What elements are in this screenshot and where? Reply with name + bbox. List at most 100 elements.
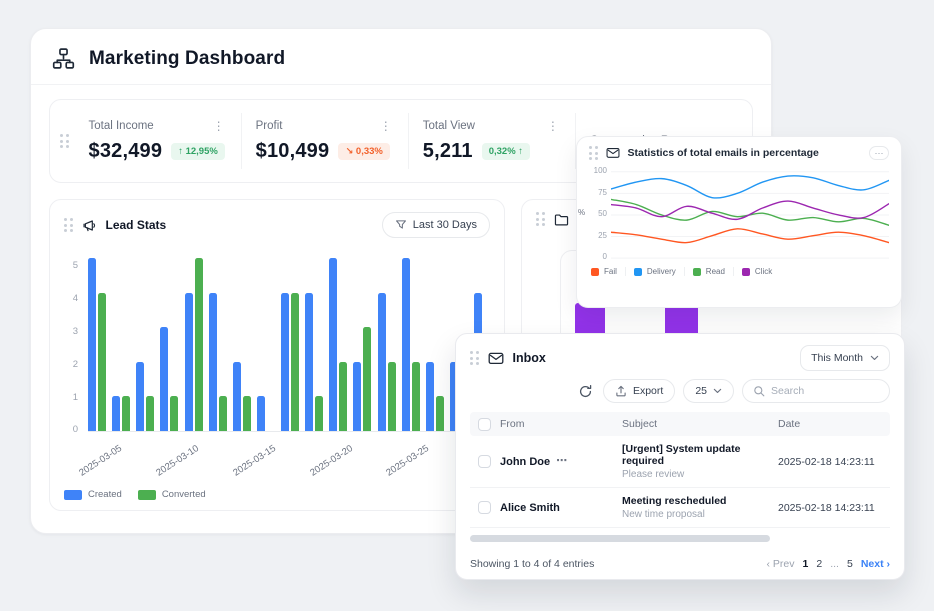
bar-group xyxy=(329,258,347,431)
bar xyxy=(402,258,410,431)
stat-label: Profit xyxy=(256,120,283,132)
export-label: Export xyxy=(633,385,663,397)
select-all-checkbox[interactable] xyxy=(478,418,491,431)
bar xyxy=(146,396,154,431)
panel-title: Lead Stats xyxy=(106,218,167,232)
bar xyxy=(219,396,227,431)
funnel-icon xyxy=(395,219,407,231)
legend-item: Converted xyxy=(138,489,206,500)
lead-legend: CreatedConverted xyxy=(64,489,206,500)
bar xyxy=(98,293,106,431)
bar-group xyxy=(426,258,444,431)
search-field xyxy=(742,379,890,403)
stat-value: 5,211 xyxy=(423,140,473,163)
stat-total-view: Total View ⋮ 5,211 0,32% ↑ xyxy=(408,113,575,169)
bar xyxy=(257,396,265,431)
bar xyxy=(363,327,371,431)
inbox-table-header: From Subject Date xyxy=(470,412,890,436)
email-preview: New time proposal xyxy=(622,509,778,520)
megaphone-icon xyxy=(82,218,97,233)
pagination-prev[interactable]: ‹ Prev xyxy=(767,558,795,570)
date-filter-label: Last 30 Days xyxy=(413,219,477,231)
bar xyxy=(233,362,241,431)
period-select[interactable]: This Month xyxy=(800,345,890,371)
bar xyxy=(88,258,96,431)
horizontal-scrollbar-thumb[interactable] xyxy=(470,535,770,542)
drag-handle-icon[interactable] xyxy=(470,351,479,365)
mail-icon xyxy=(488,352,504,365)
bar-group xyxy=(233,258,251,431)
email-chart-title: Statistics of total emails in percentage xyxy=(628,147,819,159)
bar xyxy=(388,362,396,431)
drag-handle-icon[interactable] xyxy=(589,146,598,160)
kebab-menu-icon[interactable]: ⋮ xyxy=(211,120,227,132)
bar-group xyxy=(112,258,130,431)
stat-value: $32,499 xyxy=(89,140,163,163)
bar-group xyxy=(305,258,323,431)
row-checkbox[interactable] xyxy=(478,455,491,468)
drag-handle-icon[interactable] xyxy=(60,134,69,148)
date-filter-button[interactable]: Last 30 Days xyxy=(382,212,490,238)
pagination: ‹ Prev12...5Next › xyxy=(767,558,891,570)
lead-x-axis: 2025-03-052025-03-102025-03-152025-03-20… xyxy=(88,436,492,472)
legend-item: Read xyxy=(684,267,733,276)
refresh-button[interactable] xyxy=(576,382,595,401)
email-stats-card: Statistics of total emails in percentage… xyxy=(576,136,902,308)
drag-handle-icon[interactable] xyxy=(536,212,545,226)
pagination-next[interactable]: Next › xyxy=(861,558,890,570)
bar xyxy=(291,293,299,431)
envelope-icon xyxy=(606,147,620,159)
inbox-row[interactable]: John Doe⋯[Urgent] System update required… xyxy=(470,436,890,488)
bar xyxy=(170,396,178,431)
lead-bars-plot xyxy=(88,258,492,432)
entries-summary: Showing 1 to 4 of 4 entries xyxy=(470,558,594,570)
column-header-date: Date xyxy=(778,418,890,430)
refresh-icon xyxy=(578,384,593,399)
kebab-menu-icon[interactable]: ⋮ xyxy=(545,120,561,132)
pagination-page[interactable]: 2 xyxy=(816,558,822,570)
bar xyxy=(412,362,420,431)
dashboard-stage: Marketing Dashboard Total Income ⋮ $32,4… xyxy=(0,0,934,611)
sender-name: Alice Smith xyxy=(500,502,560,514)
search-icon xyxy=(753,385,765,397)
row-menu-button[interactable]: ⋯ xyxy=(556,456,567,467)
export-icon xyxy=(615,385,627,397)
pagination-page[interactable]: 1 xyxy=(803,558,809,570)
pagination-page[interactable]: 5 xyxy=(847,558,853,570)
bar xyxy=(122,396,130,431)
inbox-card: Inbox This Month xyxy=(455,333,905,580)
inbox-table-body: John Doe⋯[Urgent] System update required… xyxy=(470,436,890,528)
stat-label: Total View xyxy=(423,120,475,132)
bar xyxy=(436,396,444,431)
trend-badge: ↘ 0,33% xyxy=(338,143,390,160)
bar-group xyxy=(160,258,178,431)
bar xyxy=(353,362,361,431)
email-lines-svg xyxy=(611,167,889,261)
page-size-select[interactable]: 25 xyxy=(683,379,734,403)
email-date: 2025-02-18 14:23:11 xyxy=(778,502,890,514)
kebab-menu-icon[interactable]: ⋮ xyxy=(378,120,394,132)
bar xyxy=(243,396,251,431)
chevron-down-icon xyxy=(713,388,722,394)
legend-item: Click xyxy=(733,267,780,276)
export-button[interactable]: Export xyxy=(603,379,675,403)
sender-name: John Doe xyxy=(500,456,550,468)
bar xyxy=(112,396,120,431)
inbox-table: From Subject Date John Doe⋯[Urgent] Syst… xyxy=(470,412,890,528)
inbox-row[interactable]: Alice Smith Meeting rescheduled New time p… xyxy=(470,488,890,528)
bar-group xyxy=(378,258,396,431)
email-subject: Meeting rescheduled xyxy=(622,495,778,507)
email-y-axis: 1007550250 xyxy=(587,167,607,261)
drag-handle-icon[interactable] xyxy=(64,218,73,232)
column-header-subject: Subject xyxy=(622,418,778,430)
email-date: 2025-02-18 14:23:11 xyxy=(778,456,890,468)
lead-stats-panel: Lead Stats Last 30 Days 543210 2025-03-0… xyxy=(49,199,505,511)
trend-badge: ↑ 12,95% xyxy=(171,143,225,160)
row-checkbox[interactable] xyxy=(478,501,491,514)
search-input[interactable] xyxy=(771,385,879,397)
stat-label: Total Income xyxy=(89,120,154,132)
bar xyxy=(305,293,313,431)
card-menu-button[interactable]: ⋯ xyxy=(869,146,889,160)
lead-bar-chart: 543210 2025-03-052025-03-102025-03-15202… xyxy=(50,250,504,510)
bar xyxy=(136,362,144,431)
